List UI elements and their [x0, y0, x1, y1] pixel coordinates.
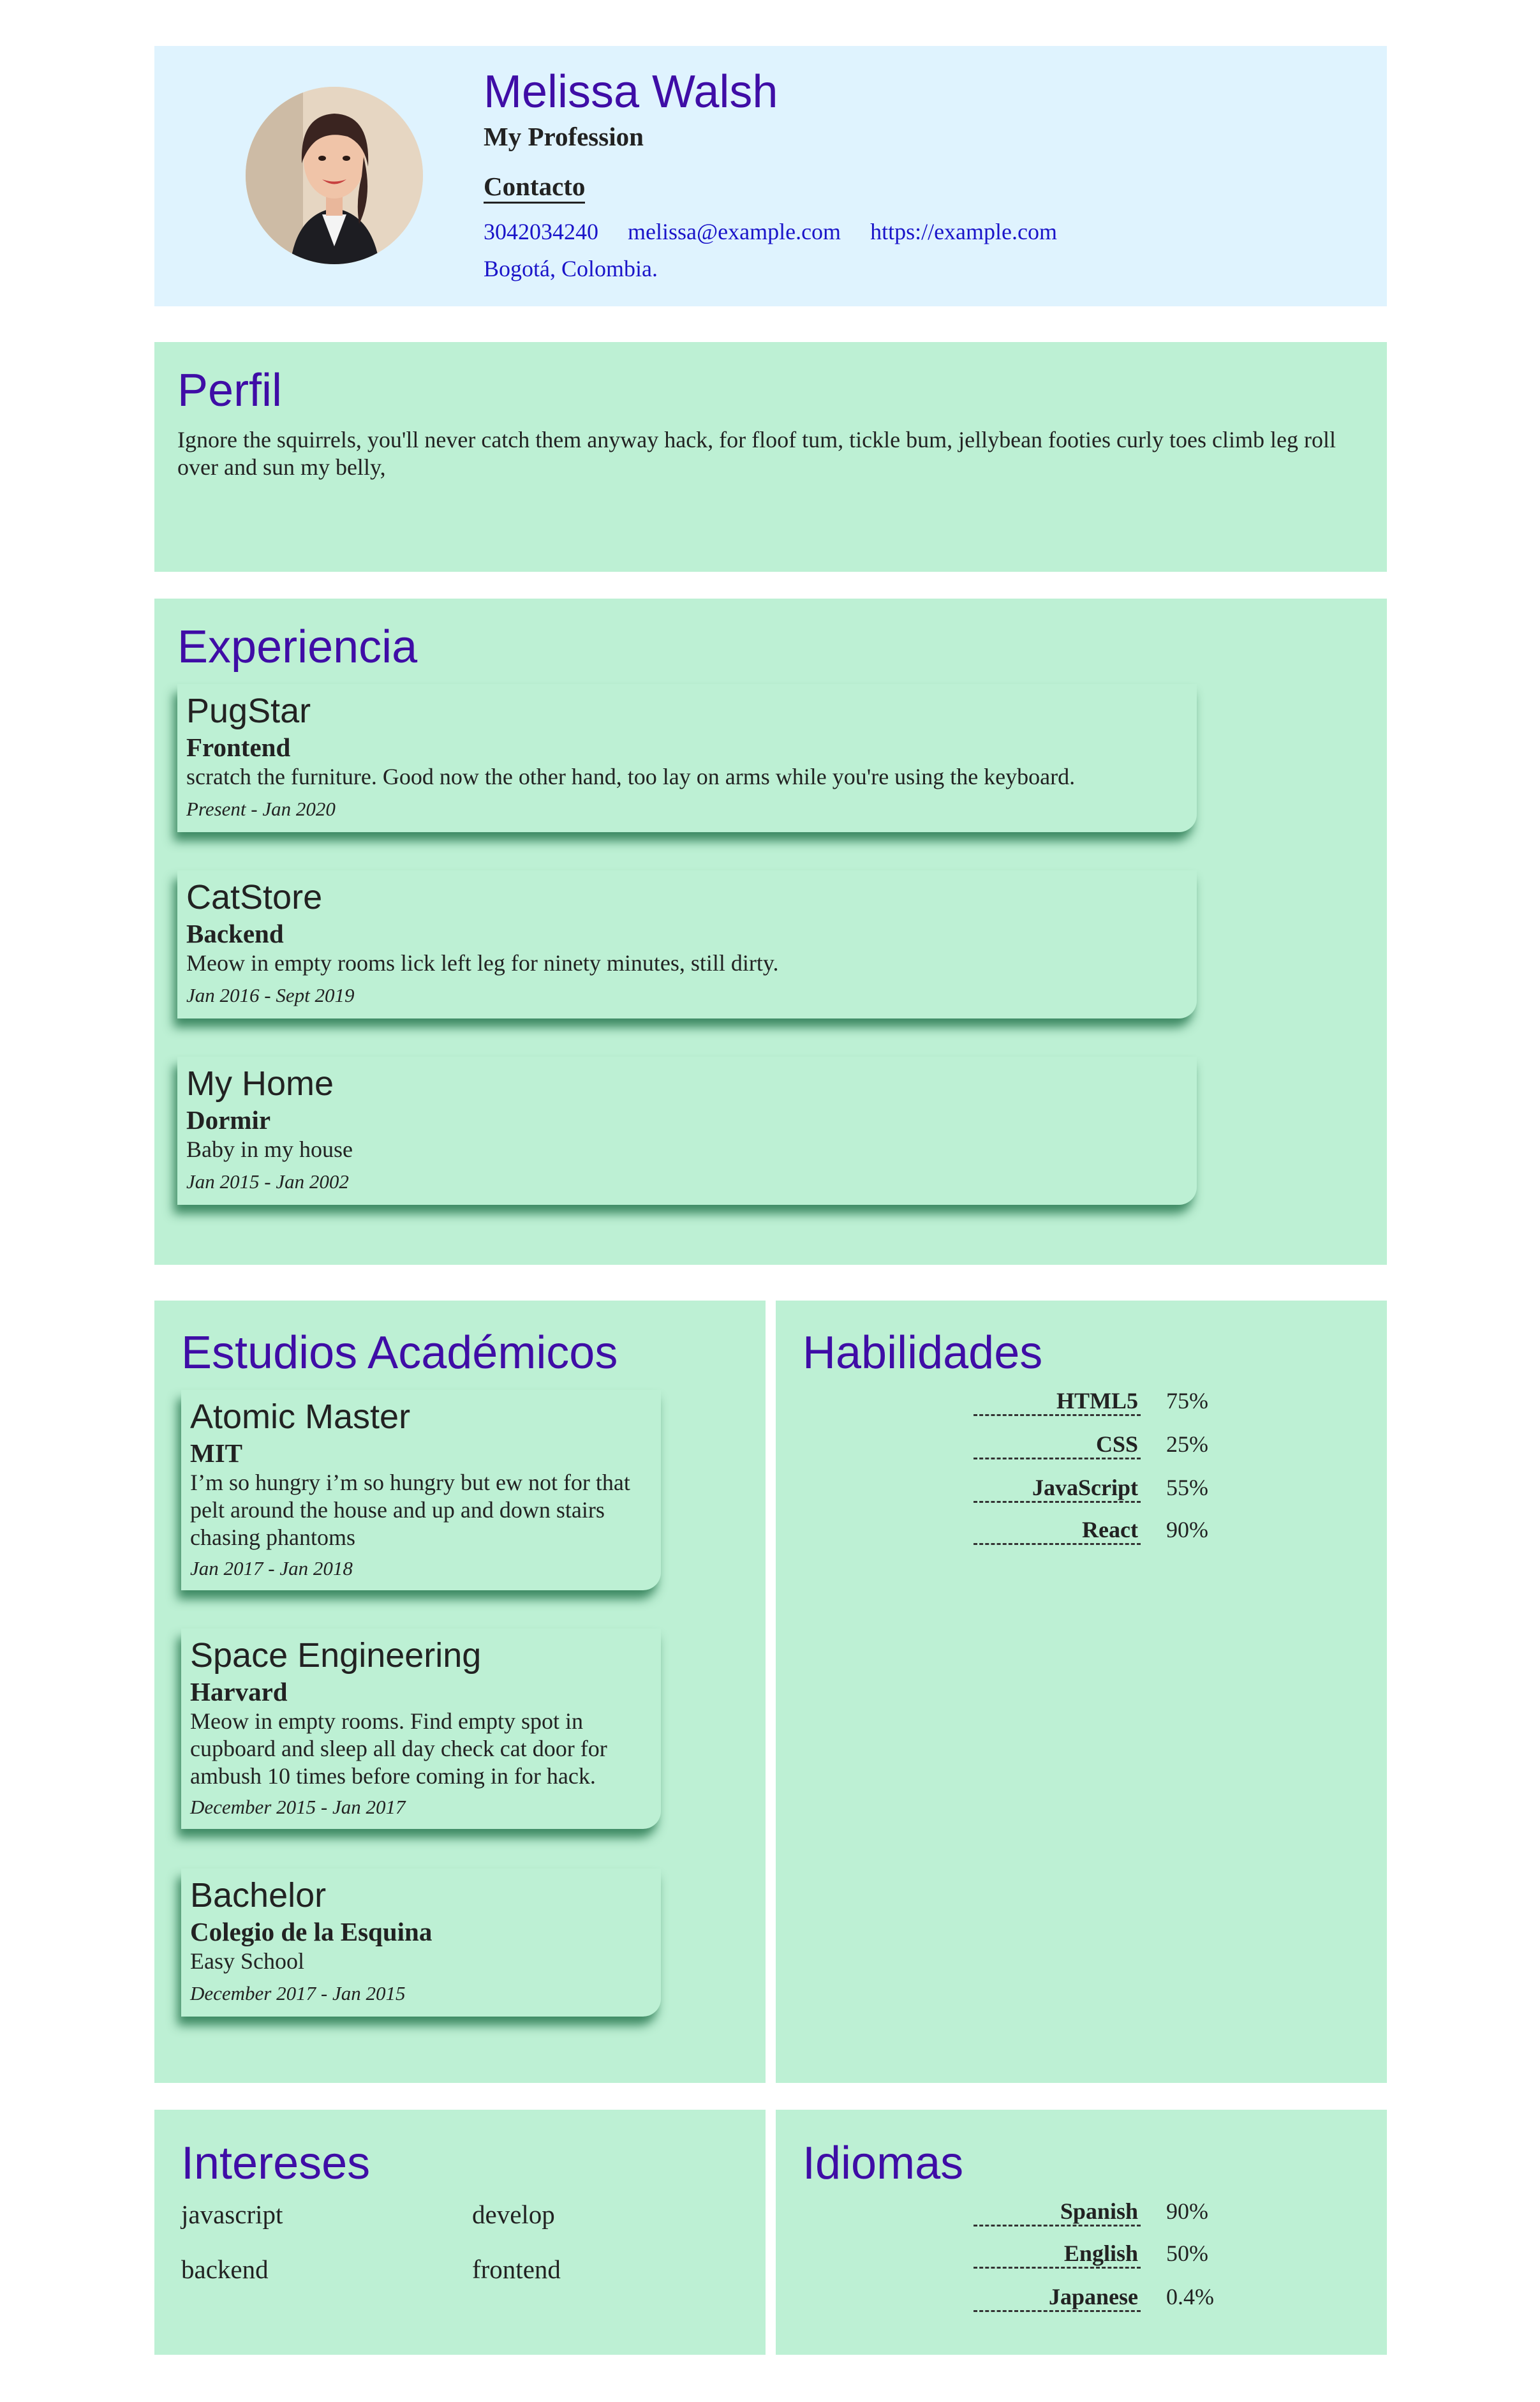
skill-name: CSS — [1095, 1431, 1138, 1457]
job-role: Frontend — [186, 733, 291, 762]
profession: My Profession — [484, 122, 644, 151]
language-row: English 50% — [803, 2240, 1326, 2272]
education-card: Bachelor Colegio de la Esquina Easy Scho… — [181, 1869, 661, 2017]
degree-description: Meow in empty rooms. Find empty spot in … — [190, 1708, 607, 1789]
job-description: Baby in my house — [186, 1137, 353, 1162]
language-row: Japanese 0.4% — [803, 2283, 1326, 2315]
language-dotted-line — [974, 2225, 1141, 2227]
languages-heading: Idiomas — [803, 2138, 964, 2189]
interests-heading: Intereses — [181, 2138, 371, 2189]
skill-value: 75% — [1166, 1388, 1208, 1414]
website-link[interactable]: https://example.com — [870, 219, 1057, 244]
skill-name: React — [1082, 1517, 1138, 1542]
language-value: 50% — [1166, 2241, 1208, 2266]
school-name: Colegio de la Esquina — [190, 1917, 433, 1946]
job-dates: Jan 2016 - Sept 2019 — [186, 984, 355, 1006]
skill-value: 25% — [1166, 1431, 1208, 1457]
company-name: My Home — [186, 1064, 334, 1103]
job-description: Meow in empty rooms lick left leg for ni… — [186, 950, 779, 976]
job-description: scratch the furniture. Good now the othe… — [186, 764, 1076, 789]
skills-heading: Habilidades — [803, 1327, 1043, 1378]
language-row: Spanish 90% — [803, 2198, 1326, 2230]
contact-heading: Contacto — [484, 171, 586, 204]
job-role: Dormir — [186, 1105, 271, 1135]
language-dotted-line — [974, 2310, 1141, 2312]
degree-name: Atomic Master — [190, 1398, 411, 1436]
education-card: Space Engineering Harvard Meow in empty … — [181, 1629, 661, 1829]
skill-row: React 90% — [803, 1516, 1326, 1548]
resume-page: Melissa Walsh My Profession Contacto 304… — [0, 0, 1540, 2402]
skill-dotted-line — [974, 1543, 1141, 1545]
education-heading: Estudios Académicos — [181, 1327, 618, 1378]
skill-value: 90% — [1166, 1517, 1208, 1542]
language-dotted-line — [974, 2267, 1141, 2269]
experience-card: CatStore Backend Meow in empty rooms lic… — [177, 870, 1197, 1018]
skill-value: 55% — [1166, 1475, 1208, 1500]
experience-card: PugStar Frontend scratch the furniture. … — [177, 684, 1197, 832]
school-name: Harvard — [190, 1677, 288, 1706]
phone-link[interactable]: 3042034240 — [484, 219, 598, 244]
profile-heading: Perfil — [177, 365, 283, 416]
experience-heading: Experiencia — [177, 622, 418, 673]
degree-description: I’m so hungry i’m so hungry but ew not f… — [190, 1470, 630, 1550]
job-dates: Jan 2015 - Jan 2002 — [186, 1170, 349, 1193]
school-name: MIT — [190, 1438, 242, 1468]
education-card: Atomic Master MIT I’m so hungry i’m so h… — [181, 1390, 661, 1590]
degree-name: Space Engineering — [190, 1636, 482, 1675]
degree-dates: December 2017 - Jan 2015 — [190, 1982, 406, 2004]
skill-row: CSS 25% — [803, 1431, 1326, 1463]
interest-item: javascript — [181, 2200, 283, 2229]
language-value: 90% — [1166, 2198, 1208, 2224]
company-name: PugStar — [186, 692, 311, 730]
person-name: Melissa Walsh — [484, 66, 778, 117]
experience-card: My Home Dormir Baby in my house Jan 2015… — [177, 1057, 1197, 1205]
company-name: CatStore — [186, 878, 323, 916]
degree-name: Bachelor — [190, 1876, 327, 1914]
language-name: Japanese — [1048, 2284, 1138, 2309]
degree-dates: December 2015 - Jan 2017 — [190, 1796, 406, 1818]
skill-name: HTML5 — [1056, 1388, 1138, 1414]
interest-item: frontend — [472, 2255, 561, 2284]
job-role: Backend — [186, 919, 284, 948]
language-name: English — [1063, 2241, 1138, 2266]
profile-photo — [246, 87, 423, 264]
degree-description: Easy School — [190, 1948, 304, 1974]
skill-row: HTML5 75% — [803, 1387, 1326, 1419]
degree-dates: Jan 2017 - Jan 2018 — [190, 1557, 353, 1579]
skill-dotted-line — [974, 1501, 1141, 1503]
language-value: 0.4% — [1166, 2284, 1214, 2309]
skill-dotted-line — [974, 1458, 1141, 1459]
location: Bogotá, Colombia. — [484, 256, 658, 281]
contact-links: 3042034240 melissa@example.com https://exa… — [484, 218, 1086, 245]
language-name: Spanish — [1060, 2198, 1138, 2224]
skill-name: JavaScript — [1032, 1475, 1138, 1500]
interest-item: develop — [472, 2200, 555, 2229]
skill-dotted-line — [974, 1414, 1141, 1416]
email-link[interactable]: melissa@example.com — [628, 219, 841, 244]
profile-text: Ignore the squirrels, you'll never catch… — [177, 427, 1336, 480]
interest-item: backend — [181, 2255, 269, 2284]
job-dates: Present - Jan 2020 — [186, 798, 336, 820]
skill-row: JavaScript 55% — [803, 1474, 1326, 1506]
